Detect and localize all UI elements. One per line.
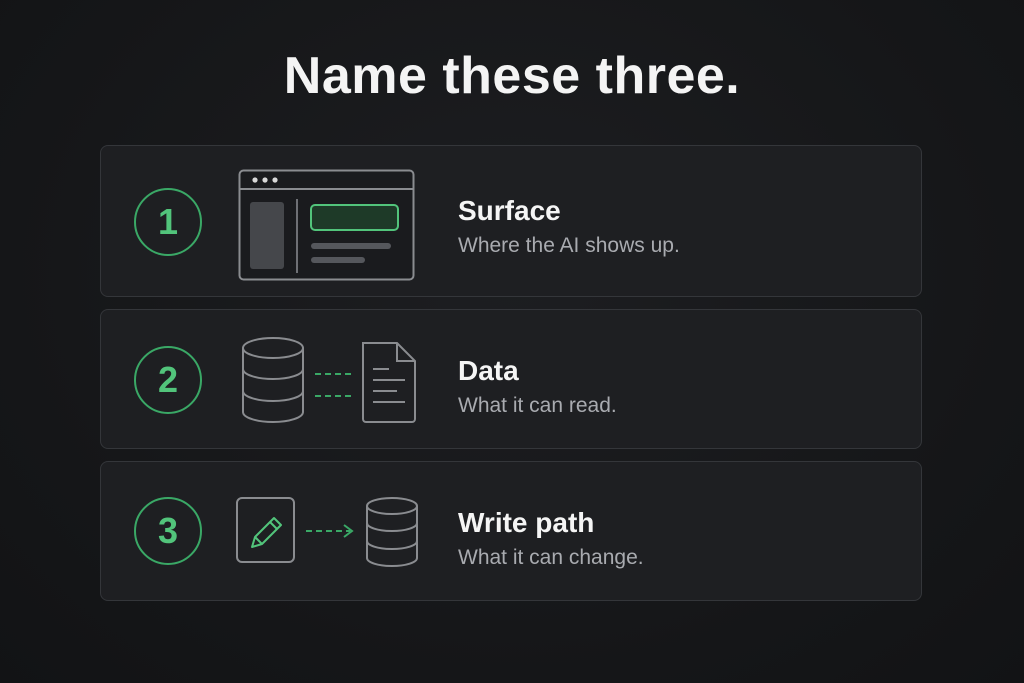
edit-to-database-icon	[234, 495, 424, 576]
document-icon	[362, 342, 416, 423]
database-to-document-icon	[239, 335, 419, 432]
item-card-data: 2 Data What it can read.	[100, 309, 922, 449]
step-number-badge: 1	[134, 188, 202, 256]
item-card-surface: 1 Surface Where the AI shows up.	[100, 145, 922, 297]
item-subtitle: What it can read.	[458, 394, 617, 417]
item-subtitle: Where the AI shows up.	[458, 234, 680, 257]
pencil-edit-icon	[236, 497, 295, 563]
item-heading: Surface	[458, 195, 561, 226]
item-heading: Write path	[458, 507, 595, 538]
arrow-right-icon	[306, 524, 354, 538]
item-card-write-path: 3 Write path What it can change.	[100, 461, 922, 601]
item-subtitle: What it can change.	[458, 546, 644, 569]
database-icon	[242, 337, 304, 423]
app-window-icon	[238, 169, 418, 286]
item-heading: Data	[458, 355, 519, 386]
step-number-badge: 3	[134, 497, 202, 565]
database-icon	[366, 497, 418, 567]
step-number-badge: 2	[134, 346, 202, 414]
page-title: Name these three.	[283, 47, 741, 105]
